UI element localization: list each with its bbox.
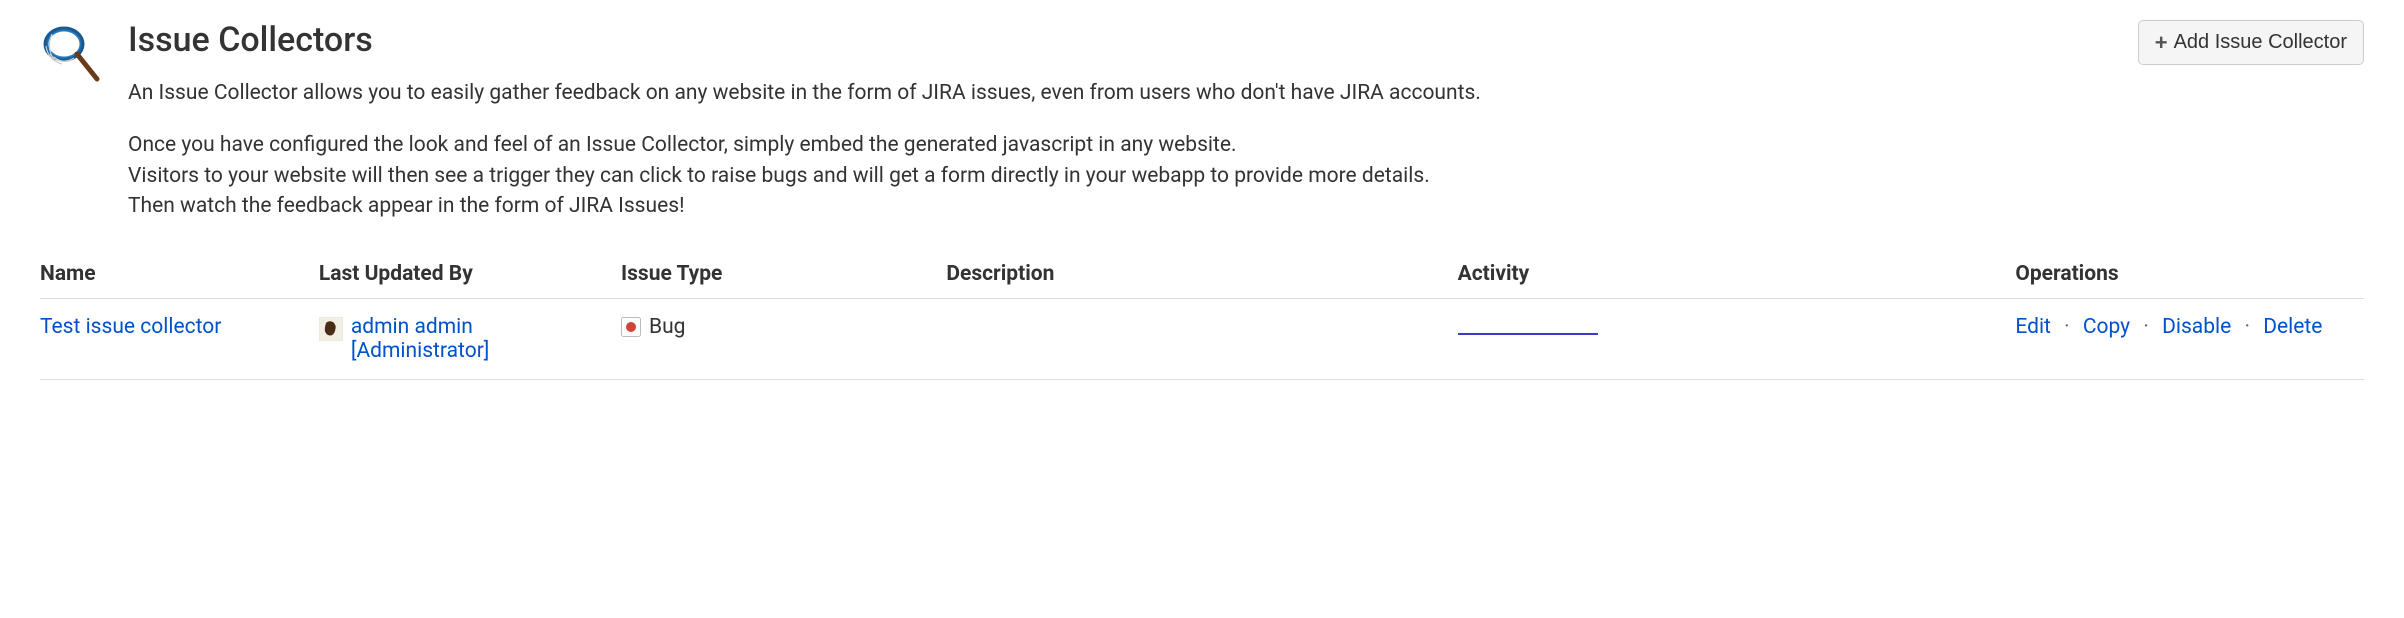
details-block: Once you have configured the look and fe… [128,130,2364,221]
add-button-label: Add Issue Collector [2174,31,2347,54]
add-issue-collector-button[interactable]: + Add Issue Collector [2138,20,2364,65]
page-wrapper: Issue Collectors + Add Issue Collector A… [40,20,2364,380]
avatar [319,317,343,341]
updated-by-user-link[interactable]: admin admin [Administrator] [351,315,603,363]
col-header-activity: Activity [1458,250,2016,299]
col-header-description: Description [946,250,1457,299]
issue-collector-net-icon [40,24,104,88]
header-section: Issue Collectors + Add Issue Collector A… [40,20,2364,222]
op-separator: · [2064,315,2070,339]
op-delete-link[interactable]: Delete [2263,315,2322,339]
op-copy-link[interactable]: Copy [2083,315,2130,339]
title-row: Issue Collectors + Add Issue Collector [128,20,2364,78]
cell-updated-by: admin admin [Administrator] [319,298,621,379]
user-cell: admin admin [Administrator] [319,315,603,363]
op-separator: · [2244,315,2250,339]
header-content: Issue Collectors + Add Issue Collector A… [128,20,2364,222]
col-header-updated-by: Last Updated By [319,250,621,299]
details-line-1: Once you have configured the look and fe… [128,130,2364,160]
col-header-name: Name [40,250,319,299]
details-line-3: Then watch the feedback appear in the fo… [128,191,2364,221]
cell-description [946,298,1457,379]
col-header-issue-type: Issue Type [621,250,946,299]
cell-name: Test issue collector [40,298,319,379]
cell-activity [1458,298,2016,379]
op-disable-link[interactable]: Disable [2162,315,2231,339]
issue-type-label: Bug [649,315,685,339]
details-line-2: Visitors to your website will then see a… [128,161,2364,191]
col-header-operations: Operations [2015,250,2364,299]
op-edit-link[interactable]: Edit [2015,315,2051,339]
bug-icon [621,317,641,337]
activity-sparkline [1458,333,1598,335]
table-header-row: Name Last Updated By Issue Type Descript… [40,250,2364,299]
intro-text: An Issue Collector allows you to easily … [128,78,2364,108]
collector-name-link[interactable]: Test issue collector [40,315,221,339]
cell-issue-type: Bug [621,298,946,379]
op-separator: · [2143,315,2149,339]
issue-collectors-table: Name Last Updated By Issue Type Descript… [40,250,2364,380]
table-row: Test issue collector admin admin [Admini… [40,298,2364,379]
plus-icon: + [2155,32,2168,54]
page-title: Issue Collectors [128,20,373,60]
cell-operations: Edit · Copy · Disable · Delete [2015,298,2364,379]
